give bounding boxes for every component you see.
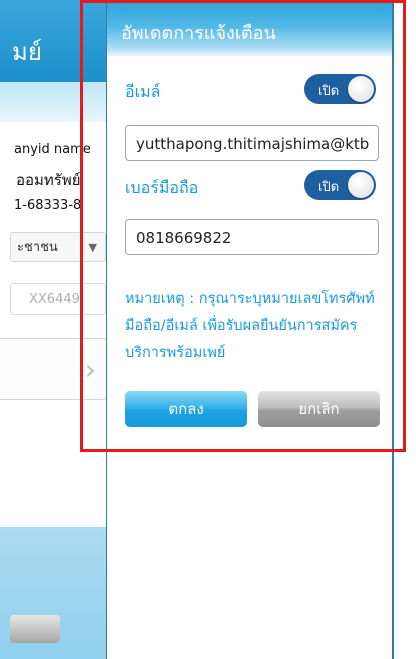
background-select-value: ะชาชน [17, 240, 58, 255]
background-id-type-select[interactable]: ะชาชน ▼ [10, 232, 106, 262]
dialog-header: อัพเดตการแจ้งเตือน [107, 0, 392, 56]
email-field[interactable]: yutthapong.thitimajshima@ktb [125, 125, 379, 161]
phone-label: เบอร์มือถือ [125, 178, 199, 197]
background-id-input[interactable]: XX6449 [10, 283, 106, 315]
phone-field[interactable]: 0818669822 [125, 219, 379, 255]
background-account-type: ออมทรัพย์ [16, 171, 81, 189]
toggle-knob-icon [348, 76, 374, 102]
background-button[interactable] [10, 615, 60, 643]
update-notification-dialog: อัพเดตการแจ้งเตือน อีเมล์ เปิด yutthapon… [106, 0, 394, 659]
background-band [0, 82, 110, 122]
background-account-number: 1-68333-8 [14, 198, 82, 213]
ok-button[interactable]: ตกลง [125, 391, 247, 427]
phone-toggle[interactable]: เปิด [304, 170, 376, 200]
background-card[interactable]: › [0, 338, 107, 400]
background-header-title: มย์ [12, 38, 42, 66]
email-toggle[interactable]: เปิด [304, 74, 376, 104]
email-toggle-label: เปิด [318, 84, 340, 99]
dropdown-arrow-icon: ▼ [88, 241, 97, 254]
background-header: มย์ [0, 0, 110, 82]
toggle-knob-icon [348, 172, 374, 198]
chevron-right-icon: › [84, 353, 96, 386]
dialog-title: อัพเดตการแจ้งเตือน [121, 23, 276, 44]
note-text: หมายเหตุ : กรุณาระบุหมายเลขโทรศัพท์มือถื… [125, 291, 375, 361]
highlight-box-top [80, 0, 406, 3]
cancel-button[interactable]: ยกเลิก [258, 391, 380, 427]
email-label: อีเมล์ [125, 82, 161, 101]
phone-toggle-label: เปิด [318, 180, 340, 195]
background-account-name: anyid name [14, 142, 91, 157]
